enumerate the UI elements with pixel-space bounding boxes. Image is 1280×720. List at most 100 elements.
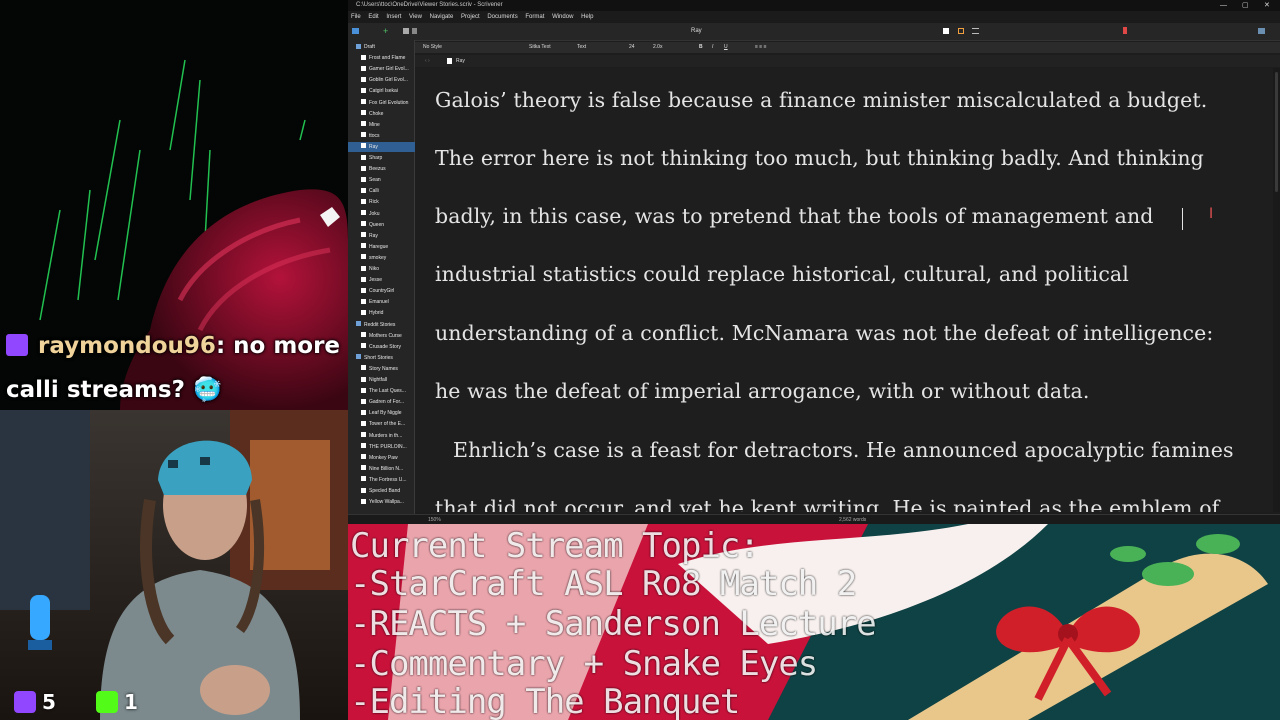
document-icon [361, 454, 366, 460]
close-button[interactable]: ✕ [1264, 0, 1270, 11]
italic-button[interactable]: I [712, 42, 713, 53]
menu-window[interactable]: Window [552, 14, 573, 20]
binder-item[interactable]: Draft [348, 42, 422, 52]
document-icon [361, 420, 366, 426]
menu-project[interactable]: Project [461, 14, 480, 20]
text-caret [1182, 208, 1183, 230]
maximize-button[interactable]: ▢ [1242, 0, 1249, 11]
binder-item-label: Haregue [369, 243, 389, 250]
document-icon [361, 198, 366, 204]
binder-item-label: Emanuel [369, 299, 389, 306]
paragraph-line: that did not occur, and yet he kept writ… [435, 496, 1220, 512]
paragraph-line: badly, in this case, was to pretend that… [435, 204, 1154, 228]
line-spacing-select[interactable]: 2.0x [653, 42, 662, 53]
align-icons[interactable]: ≡ ≡ ≡ [755, 42, 767, 53]
twitch-chat-icon [6, 334, 28, 356]
document-icon [361, 143, 366, 149]
zoom-level[interactable]: 150% [428, 515, 441, 524]
binder-item-label: Choke [369, 110, 384, 117]
minimize-button[interactable]: — [1220, 0, 1227, 11]
document-icon [361, 443, 366, 449]
menu-edit[interactable]: Edit [368, 14, 378, 20]
folder-icon [356, 43, 361, 49]
binder-item-label: smokey [369, 254, 387, 261]
document-title: Ray [691, 28, 702, 34]
menu-file[interactable]: File [351, 14, 361, 20]
bold-button[interactable]: B [699, 42, 703, 53]
document-icon [361, 210, 366, 215]
nav-back-icon[interactable]: ‹ › [425, 55, 430, 67]
document-icon [361, 465, 366, 471]
chat-message-continued: calli streams? 🥶 [6, 377, 222, 403]
menu-help[interactable]: Help [581, 14, 593, 20]
document-icon [361, 487, 366, 493]
style-select[interactable]: No Style [423, 42, 442, 53]
twitch-count: 5 [42, 690, 56, 714]
binder-item-label: Frost and Flame [369, 55, 406, 62]
menu-documents[interactable]: Documents [487, 14, 517, 20]
binder-item-label: Hybrid [369, 310, 384, 317]
document-icon [361, 121, 366, 127]
binder-item-label: Mothers Curse [369, 332, 402, 339]
trash-icon[interactable] [412, 28, 417, 34]
bookmark-icon[interactable] [1123, 27, 1127, 34]
binder-item-label: ttocs [369, 132, 380, 139]
paragraph-line: understanding of a conflict. McNamara wa… [435, 321, 1214, 345]
document-icon [361, 243, 366, 249]
font-size-select[interactable]: 24 [629, 42, 635, 53]
text-editor[interactable]: Galois’ theory is false because a financ… [415, 68, 1273, 512]
inspector-icon[interactable] [1258, 28, 1265, 34]
underline-button[interactable]: U [724, 42, 728, 53]
menu-insert[interactable]: Insert [386, 14, 401, 20]
binder-item-label: CountryGirl [369, 288, 395, 295]
document-icon [361, 187, 366, 193]
paragraph-line: The error here is not thinking too much,… [435, 146, 1204, 170]
title-bar: C:\Users\ttoc\OneDrive\Viewer Stories.sc… [348, 0, 1280, 11]
document-icon [361, 365, 366, 371]
paragraph-line: industrial statistics could replace hist… [435, 262, 1129, 286]
document-icon [361, 165, 366, 171]
paragraph-line: Galois’ theory is false because a financ… [435, 88, 1208, 112]
binder-item-label: Sharp [369, 155, 383, 161]
binder-item[interactable]: Reddit Stories [348, 320, 422, 330]
font-face-select[interactable]: Text [577, 42, 586, 53]
document-icon [361, 65, 366, 71]
binder-item-label: Ray [369, 232, 378, 239]
binder-item-label: Niko [369, 266, 380, 272]
chat-message-text: : no more [215, 333, 341, 359]
document-icon [361, 498, 366, 504]
menu-format[interactable]: Format [525, 14, 544, 20]
add-document-icon[interactable]: + [383, 26, 388, 36]
font-family-select[interactable]: Sitka Text [529, 42, 551, 53]
binder-item-label: Monkey Paw [369, 454, 398, 461]
binder-sidebar: Draft Frost and Flame Gamer Girl Evol... Go… [348, 40, 427, 514]
folder-icon[interactable] [403, 28, 409, 34]
webcam-overlay: raymondou96: no more calli streams? 🥶 5 … [0, 0, 348, 720]
menu-bar: File Edit Insert View Navigate Project D… [348, 11, 1280, 23]
binder-item-label: Ray [369, 143, 378, 150]
editor-scrollbar[interactable] [1273, 68, 1280, 512]
document-icon [361, 221, 366, 227]
document-icon [361, 276, 366, 282]
binder-item-label: Crusade Story [369, 343, 401, 350]
word-count: 2,562 words [839, 517, 867, 523]
binder-item[interactable]: Short Stories [348, 353, 422, 363]
binder-item-label: The Last Ques... [369, 388, 406, 395]
page-view-icon[interactable] [943, 28, 949, 34]
binder-toggle-icon[interactable] [352, 28, 359, 34]
kick-viewer-count: 1 [96, 690, 138, 714]
document-icon [361, 176, 366, 182]
document-icon [361, 387, 366, 393]
stream-topic-overlay: Current Stream Topic: -StarCraft ASL Ro8… [348, 524, 1280, 720]
kick-icon [96, 691, 118, 713]
outline-icon[interactable] [972, 28, 979, 34]
binder-item-label: Catgirl Isekai [369, 88, 398, 95]
corkboard-icon[interactable] [958, 28, 964, 34]
binder-item-label: Goblin Girl Evol... [369, 77, 408, 84]
document-icon [361, 154, 366, 160]
menu-view[interactable]: View [409, 14, 422, 20]
paragraph-line: he was the defeat of imperial arrogance,… [435, 379, 1090, 403]
binder-item-label: Short Stories [364, 354, 393, 361]
menu-navigate[interactable]: Navigate [430, 14, 454, 20]
binder-item-label: Beezus [369, 166, 386, 173]
